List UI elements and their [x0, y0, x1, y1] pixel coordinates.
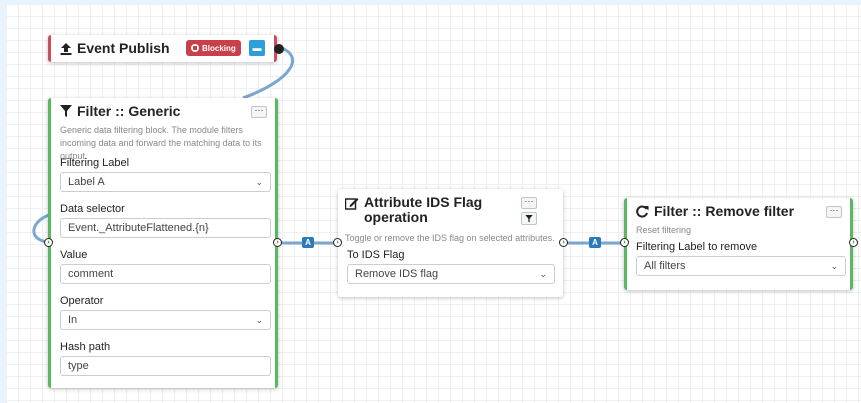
upload-icon — [60, 42, 72, 55]
remove-filter-node[interactable]: Filter :: Remove filter ··· Reset filter… — [620, 198, 858, 290]
attribute-ids-flag-title: Attribute IDS Flag operation — [364, 194, 483, 225]
chevron-down-icon: ⌄ — [830, 260, 838, 271]
attribute-ids-flag-more-button[interactable]: ··· — [521, 197, 537, 209]
attribute-ids-flag-input-port[interactable]: › — [333, 238, 342, 247]
chevron-down-icon: ⌄ — [539, 268, 547, 279]
filtering-label-to-remove-label: Filtering Label to remove — [636, 241, 758, 253]
filter-generic-more-button[interactable]: ··· — [251, 106, 267, 118]
event-publish-node[interactable]: Event Publish Blocking ▬ — [48, 35, 284, 62]
remove-filter-input-port[interactable]: › — [620, 238, 629, 247]
connection-badge-a[interactable]: A — [302, 237, 314, 248]
data-selector-input[interactable]: Event._AttributeFlattened.{n} — [60, 218, 271, 238]
filter-generic-output-port[interactable]: › — [273, 238, 282, 247]
to-ids-flag-label: To IDS Flag — [347, 249, 405, 261]
remove-filter-title: Filter :: Remove filter — [654, 203, 795, 219]
remove-filter-description: Reset filtering — [636, 225, 692, 235]
value-input[interactable]: comment — [60, 264, 271, 284]
connection-badge-a[interactable]: A — [589, 237, 601, 248]
chat-icon[interactable]: ▬ — [249, 40, 265, 56]
attribute-ids-flag-description: Toggle or remove the IDS flag on selecte… — [345, 233, 555, 243]
operator-label: Operator — [60, 295, 104, 307]
hash-path-input[interactable]: type — [60, 356, 271, 376]
data-selector-label: Data selector — [60, 203, 125, 215]
filtering-label-to-remove-select[interactable]: All filters ⌄ — [636, 256, 846, 276]
redo-icon — [636, 205, 649, 217]
event-publish-output-port[interactable] — [274, 44, 284, 54]
chevron-down-icon: ⌄ — [255, 176, 263, 187]
event-publish-title: Event Publish — [77, 40, 170, 56]
blocking-badge: Blocking — [186, 40, 241, 56]
to-ids-flag-select[interactable]: Remove IDS flag ⌄ — [347, 264, 555, 284]
remove-filter-more-button[interactable]: ··· — [826, 206, 842, 218]
filtering-label-select[interactable]: Label A ⌄ — [60, 172, 271, 192]
operator-select[interactable]: In ⌄ — [60, 310, 271, 330]
filter-generic-title: Filter :: Generic — [77, 103, 181, 119]
attribute-ids-flag-node[interactable]: Attribute IDS Flag operation ··· Toggle … — [333, 189, 568, 297]
attribute-ids-flag-output-port[interactable]: › — [559, 238, 568, 247]
filtering-label-label: Filtering Label — [60, 157, 130, 169]
funnel-icon[interactable] — [521, 212, 537, 225]
chevron-down-icon: ⌄ — [255, 314, 263, 325]
hash-path-label: Hash path — [60, 341, 111, 353]
funnel-icon — [60, 104, 72, 117]
filter-generic-input-port[interactable]: › — [44, 238, 53, 247]
edit-icon — [345, 198, 359, 210]
filter-generic-node[interactable]: Filter :: Generic ··· Generic data filte… — [44, 98, 282, 388]
stop-icon — [191, 44, 199, 52]
remove-filter-output-port[interactable]: › — [849, 238, 858, 247]
value-label: Value — [60, 249, 88, 261]
